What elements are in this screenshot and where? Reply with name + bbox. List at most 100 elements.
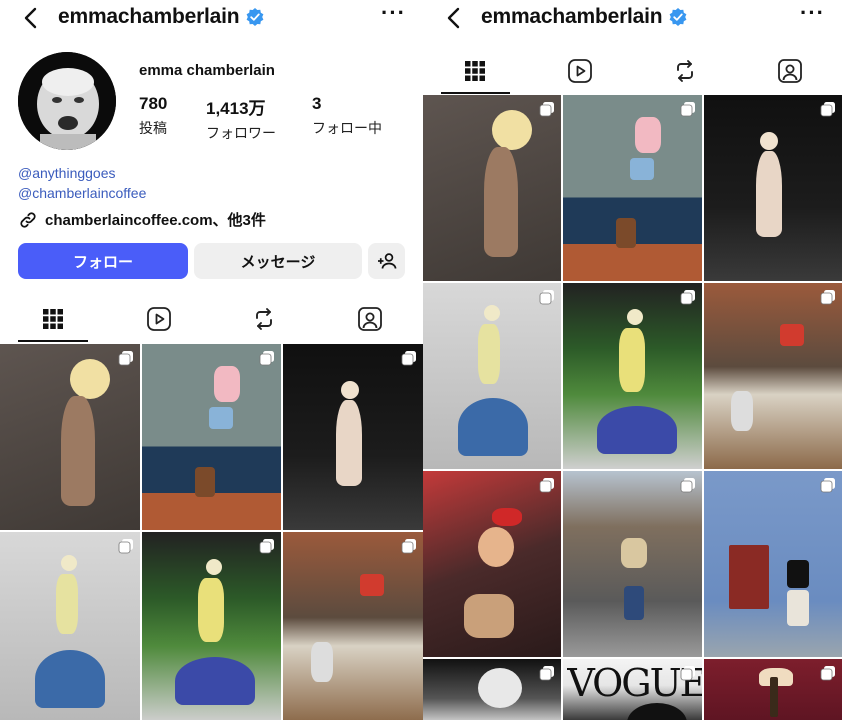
post-thumbnail[interactable] (283, 344, 423, 530)
multi-photo-icon (680, 289, 696, 305)
photo-subject-shape (175, 657, 256, 706)
photo-subject-shape (728, 545, 769, 610)
posts-grid (0, 344, 423, 720)
right-profile-screen: emmachamberlain ··· VOGUE (423, 0, 842, 720)
post-thumbnail[interactable] (703, 471, 842, 657)
posts-grid: VOGUE (423, 95, 842, 720)
photo-subject-shape (483, 305, 500, 322)
post-thumbnail[interactable] (423, 471, 562, 657)
photo-subject-shape (457, 398, 528, 457)
photo-subject-shape (629, 158, 654, 181)
photo-subject-shape (34, 649, 105, 708)
back-arrow-icon[interactable] (20, 6, 42, 30)
post-thumbnail[interactable] (703, 95, 842, 281)
photo-subject-shape (786, 560, 809, 589)
multi-photo-icon (820, 101, 836, 117)
photo-subject-shape (731, 390, 754, 431)
photo-subject-shape (69, 358, 110, 399)
photo-subject-shape (214, 366, 241, 403)
following-stat[interactable]: 3 フォロー中 (312, 94, 382, 138)
avatar-baby-photo (18, 52, 116, 150)
photo-subject-shape (197, 577, 224, 642)
tagged-icon (358, 307, 383, 331)
photo-subject-shape (55, 573, 78, 634)
bio-mention-chamberlaincoffee[interactable]: @chamberlaincoffee (18, 185, 146, 201)
reels-icon (146, 307, 171, 331)
profile-tabs (423, 48, 842, 94)
post-thumbnail[interactable] (283, 532, 423, 720)
post-thumbnail[interactable] (423, 95, 562, 281)
photo-subject-shape (205, 558, 222, 575)
multi-photo-icon (118, 538, 134, 554)
post-thumbnail[interactable] (141, 344, 282, 530)
verified-badge-icon (247, 8, 264, 26)
multi-photo-icon (401, 538, 417, 554)
message-button[interactable]: メッセージ (194, 243, 362, 279)
photo-subject-shape (492, 109, 533, 150)
following-label: フォロー中 (312, 120, 382, 136)
photo-subject-shape (478, 526, 515, 567)
tab-posts-grid[interactable] (0, 296, 106, 342)
post-thumbnail[interactable] (0, 532, 140, 720)
photo-subject-shape (770, 677, 779, 718)
multi-photo-icon (680, 101, 696, 117)
bio-mention-anythinggoes[interactable]: @anythinggoes (18, 165, 116, 181)
post-thumbnail[interactable] (563, 95, 702, 281)
tab-reels[interactable] (528, 48, 633, 94)
photo-subject-shape (478, 668, 523, 709)
tab-reposts[interactable] (633, 48, 738, 94)
photo-subject-shape (779, 323, 804, 346)
followers-count: 1,413万 (206, 99, 266, 118)
more-options-icon[interactable]: ··· (800, 2, 825, 24)
photo-subject-shape (208, 407, 233, 430)
multi-photo-icon (259, 350, 275, 366)
reels-icon (568, 59, 593, 83)
post-thumbnail[interactable] (141, 532, 282, 720)
followers-stat[interactable]: 1,413万 フォロワー (206, 94, 276, 143)
more-options-icon[interactable]: ··· (381, 2, 406, 24)
back-arrow-icon[interactable] (443, 6, 465, 30)
posts-label: 投稿 (139, 120, 167, 136)
photo-subject-shape (336, 399, 363, 486)
post-thumbnail[interactable] (423, 283, 562, 469)
posts-count: 780 (139, 94, 168, 113)
multi-photo-icon (401, 350, 417, 366)
website-link-text: chamberlaincoffee.com、他3件 (45, 212, 266, 229)
post-thumbnail[interactable] (703, 659, 842, 720)
tab-tagged[interactable] (737, 48, 842, 94)
post-thumbnail[interactable]: VOGUE (563, 659, 702, 720)
following-count: 3 (312, 94, 322, 113)
photo-subject-shape (626, 702, 687, 720)
add-person-icon (377, 253, 396, 269)
photo-subject-shape (624, 586, 645, 621)
follow-button[interactable]: フォロー (18, 243, 188, 279)
multi-photo-icon (539, 289, 555, 305)
photo-subject-shape (483, 147, 518, 258)
suggest-people-button[interactable] (368, 243, 405, 279)
username-text: emmachamberlain (481, 5, 663, 28)
photo-subject-shape (360, 573, 385, 596)
reposts-icon (256, 308, 273, 330)
post-thumbnail[interactable] (563, 283, 702, 469)
multi-photo-icon (820, 477, 836, 493)
website-link[interactable]: chamberlaincoffee.com、他3件 (18, 209, 266, 230)
photo-subject-shape (61, 554, 78, 571)
multi-photo-icon (539, 101, 555, 117)
photo-subject-shape (756, 150, 783, 237)
grid-icon (465, 61, 486, 81)
multi-photo-icon (259, 538, 275, 554)
tab-posts-grid[interactable] (423, 48, 528, 94)
grid-icon (42, 309, 63, 329)
tab-tagged[interactable] (317, 296, 423, 342)
multi-photo-icon (539, 477, 555, 493)
post-thumbnail[interactable] (0, 344, 140, 530)
post-thumbnail[interactable] (563, 471, 702, 657)
photo-subject-shape (760, 132, 779, 151)
post-thumbnail[interactable] (423, 659, 562, 720)
link-icon (20, 211, 36, 228)
multi-photo-icon (680, 477, 696, 493)
tab-reels[interactable] (106, 296, 212, 342)
post-thumbnail[interactable] (703, 283, 842, 469)
avatar[interactable] (18, 52, 116, 150)
tab-reposts[interactable] (212, 296, 318, 342)
